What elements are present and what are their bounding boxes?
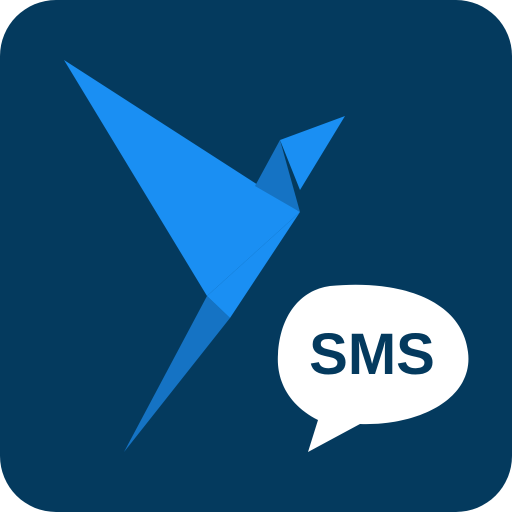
speech-bubble-icon: SMS: [277, 284, 469, 452]
app-icon-artwork: SMS: [64, 60, 469, 452]
sms-badge-text: SMS: [309, 322, 435, 387]
bird-tail-shade: [124, 296, 230, 452]
app-icon[interactable]: SMS: [0, 0, 512, 512]
